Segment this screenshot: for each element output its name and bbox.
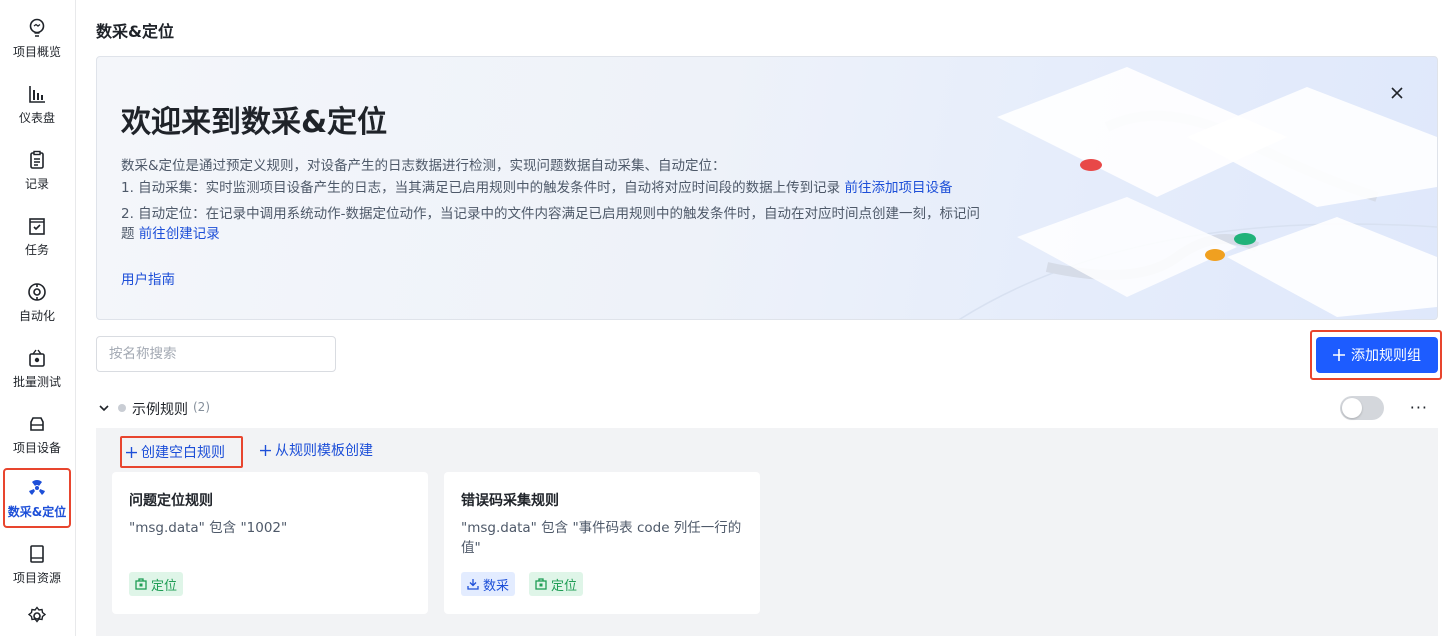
bulb-icon [26,17,48,39]
rule-group-toggle[interactable] [1340,396,1384,420]
banner-item-2-cont: 题 前往创建记录 [121,223,220,245]
sidebar-item-tasks[interactable]: 任务 [4,206,70,266]
location-tag: 定位 [129,572,184,596]
sidebar-item-project-devices[interactable]: 项目设备 [4,404,70,464]
sidebar-item-label: 项目资源 [12,570,61,585]
banner-item-1: 1. 自动采集：实时监测项目设备产生的日志，当其满足已启用规则中的触发条件时，自… [121,177,952,199]
sidebar-item-label: 任务 [24,242,49,257]
bar-chart-icon [26,83,48,105]
device-icon [26,413,48,435]
batch-test-icon [26,347,48,369]
banner-item-1-text: 1. 自动采集：实时监测项目设备产生的日志，当其满足已启用规则中的触发条件时，自… [121,180,841,196]
sidebar-item-data-collection-location[interactable]: 数采&定位 [3,468,71,528]
close-icon [1391,87,1403,99]
close-banner-button[interactable] [1387,83,1407,103]
chevron-down-icon[interactable] [98,399,110,418]
rule-group-count: (2) [193,400,210,414]
create-record-link[interactable]: 前往创建记录 [139,226,220,242]
rule-card[interactable]: 错误码采集规则 "msg.data" 包含 "事件码表 code 列任一行的值"… [444,472,760,614]
tag-label: 定位 [551,578,578,594]
rule-card[interactable]: 问题定位规则 "msg.data" 包含 "1002" 定位 [112,472,428,614]
rule-card-desc: "msg.data" 包含 "1002" [129,520,288,536]
plus-icon [1333,349,1345,361]
banner-item-2-text: 题 [121,226,135,242]
sidebar-item-label: 记录 [24,176,49,191]
tag-label: 数采 [483,578,510,594]
more-icon[interactable]: ··· [1410,398,1428,417]
sidebar-item-automation[interactable]: 自动化 [4,272,70,332]
add-rule-group-label: 添加规则组 [1351,348,1421,364]
rule-card-title: 错误码采集规则 [461,493,559,509]
clipboard-icon [26,149,48,171]
page-title: 数采&定位 [96,22,174,41]
sidebar-item-label: 项目概览 [12,44,61,59]
sidebar: 项目概览 仪表盘 记录 任务 自动化 批量测试 项目设备 数采&定位 项目资源 [0,0,76,636]
status-dot [118,404,126,412]
add-rule-group-button[interactable]: 添加规则组 [1316,337,1438,373]
download-icon [467,579,479,590]
location-tag: 定位 [529,572,584,596]
data-collection-tag: 数采 [461,572,516,596]
sidebar-item-batch-test[interactable]: 批量测试 [4,338,70,398]
sidebar-item-label: 批量测试 [12,374,61,389]
welcome-banner: 欢迎来到数采&定位 数采&定位是通过预定义规则，对设备产生的日志数据进行检测，实… [96,56,1438,320]
add-project-device-link[interactable]: 前往添加项目设备 [844,180,952,196]
search-input[interactable] [96,336,336,372]
sidebar-item-settings[interactable] [4,600,70,636]
rule-card-desc: "msg.data" 包含 "事件码表 code 列任一行的值" [461,520,742,556]
create-from-template-label: 从规则模板创建 [275,443,373,459]
sidebar-item-label: 仪表盘 [18,110,55,125]
banner-title: 欢迎来到数采&定位 [121,105,388,140]
settings-icon [26,605,48,627]
rule-card-title: 问题定位规则 [129,493,213,509]
location-icon [135,578,147,590]
sidebar-item-label: 数采&定位 [7,504,67,519]
rule-group-name: 示例规则 [132,402,188,418]
task-icon [26,215,48,237]
tag-label: 定位 [151,578,178,594]
sidebar-item-dashboard[interactable]: 仪表盘 [4,74,70,134]
sidebar-item-label: 项目设备 [12,440,61,455]
create-blank-rule-label: 创建空白规则 [141,445,225,461]
sidebar-item-label: 自动化 [18,308,55,323]
create-from-template-button[interactable]: 从规则模板创建 [260,440,373,460]
plus-icon [260,444,271,456]
add-group-highlight: 添加规则组 [1310,330,1442,380]
book-icon [26,543,48,565]
user-guide-link[interactable]: 用户指南 [121,269,175,291]
sidebar-item-project-resources[interactable]: 项目资源 [4,534,70,594]
create-blank-highlight: 创建空白规则 [120,436,243,468]
rules-area: 创建空白规则 从规则模板创建 问题定位规则 "msg.data" 包含 "100… [96,428,1438,636]
rule-group-header: 示例规则 (2) ··· [96,396,1438,420]
location-icon [535,578,547,590]
banner-intro: 数采&定位是通过预定义规则，对设备产生的日志数据进行检测，实现问题数据自动采集、… [121,158,726,174]
plus-icon [126,446,137,458]
radiation-icon [26,477,48,499]
automation-icon [26,281,48,303]
sidebar-item-records[interactable]: 记录 [4,140,70,200]
banner-illustration [958,67,1437,319]
create-blank-rule-button[interactable]: 创建空白规则 [126,442,225,462]
main-content: 数采&定位 欢迎来到数采&定位 数采&定位是通过预定义规则，对设备产生的日志数据… [76,0,1454,636]
banner-item-2: 2. 自动定位：在记录中调用系统动作-数据定位动作，当记录中的文件内容满足已启用… [121,206,981,222]
toggle-knob [1342,398,1362,418]
sidebar-item-project-overview[interactable]: 项目概览 [4,8,70,68]
